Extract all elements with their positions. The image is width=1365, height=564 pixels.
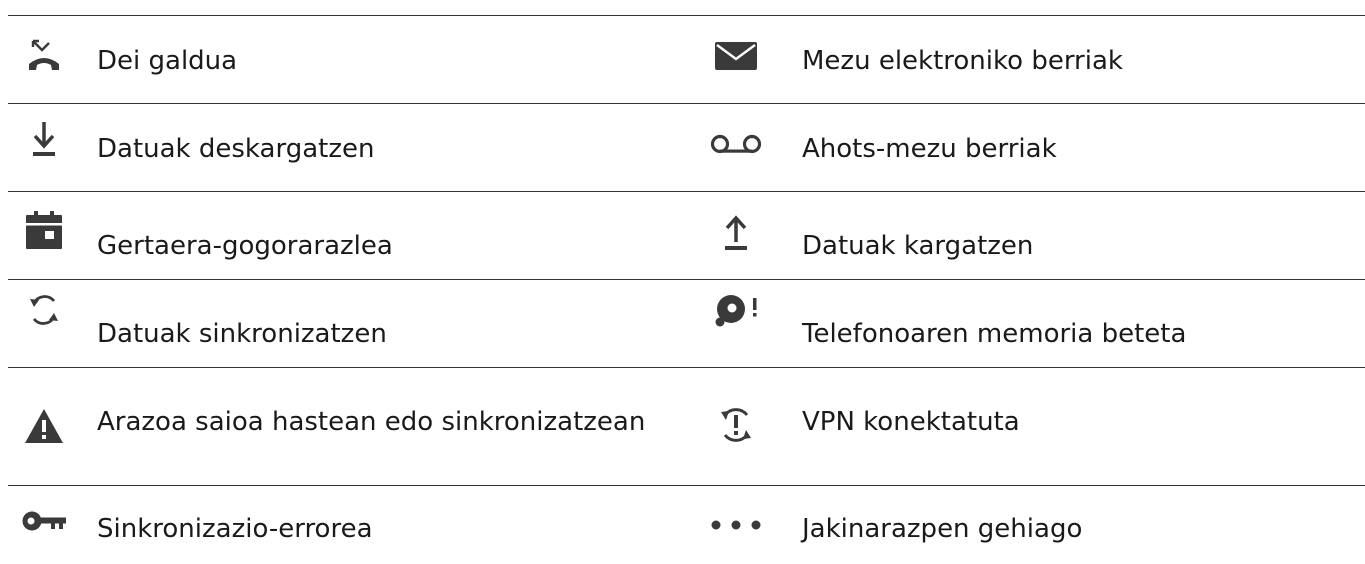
table-cell: Arazoa saioa hastean edo sinkronizatzean bbox=[8, 368, 698, 485]
mail-icon bbox=[700, 42, 772, 70]
table-cell: Dei galdua bbox=[8, 16, 698, 103]
row-label: Arazoa saioa hastean edo sinkronizatzean bbox=[97, 407, 646, 437]
row-label: Telefonoaren memoria beteta bbox=[802, 319, 1187, 349]
table-cell: Gertaera-gogorarazlea bbox=[8, 192, 698, 279]
notification-icons-table: Dei galdua Mezu elektroniko berriak Datu… bbox=[8, 15, 1365, 564]
voicemail-icon bbox=[700, 134, 772, 154]
row-label: Ahots-mezu berriak bbox=[802, 134, 1057, 164]
sync-icon bbox=[8, 292, 80, 328]
vpn-icon bbox=[700, 406, 772, 444]
row-label: Datuak kargatzen bbox=[802, 231, 1034, 261]
row-label: Gertaera-gogorarazlea bbox=[97, 231, 393, 261]
table-cell: Ahots-mezu berriak bbox=[698, 104, 1365, 191]
row-label: Dei galdua bbox=[97, 46, 238, 76]
table-row: Datuak sinkronizatzen Telefonoaren memor… bbox=[8, 280, 1365, 368]
warning-icon bbox=[8, 408, 80, 444]
table-cell: Datuak sinkronizatzen bbox=[8, 280, 698, 367]
table-cell: Telefonoaren memoria beteta bbox=[698, 280, 1365, 367]
table-cell: VPN konektatuta bbox=[698, 368, 1365, 485]
row-label: Jakinarazpen gehiago bbox=[802, 514, 1083, 544]
table-cell: Jakinarazpen gehiago bbox=[698, 486, 1365, 564]
row-label: Datuak sinkronizatzen bbox=[97, 319, 387, 349]
row-label: Mezu elektroniko berriak bbox=[802, 46, 1123, 76]
storage-full-icon bbox=[700, 290, 772, 332]
table-cell: Datuak kargatzen bbox=[698, 192, 1365, 279]
missed-call-icon bbox=[8, 38, 80, 74]
upload-icon bbox=[700, 214, 772, 252]
table-row: Arazoa saioa hastean edo sinkronizatzean… bbox=[8, 368, 1365, 486]
more-icon bbox=[700, 520, 772, 530]
row-label: Datuak deskargatzen bbox=[97, 134, 375, 164]
table-row: Dei galdua Mezu elektroniko berriak bbox=[8, 16, 1365, 104]
table-row: Sinkronizazio-errorea Jakinarazpen gehia… bbox=[8, 486, 1365, 564]
table-cell: Datuak deskargatzen bbox=[8, 104, 698, 191]
download-icon bbox=[8, 120, 80, 158]
table-row: Gertaera-gogorarazlea Datuak kargatzen bbox=[8, 192, 1365, 280]
row-label: VPN konektatuta bbox=[802, 407, 1020, 437]
key-icon bbox=[8, 509, 80, 533]
calendar-icon bbox=[8, 211, 80, 249]
row-label: Sinkronizazio-errorea bbox=[97, 514, 373, 544]
table-cell: Sinkronizazio-errorea bbox=[8, 486, 698, 564]
table-row: Datuak deskargatzen Ahots-mezu berriak bbox=[8, 104, 1365, 192]
table-cell: Mezu elektroniko berriak bbox=[698, 16, 1365, 103]
